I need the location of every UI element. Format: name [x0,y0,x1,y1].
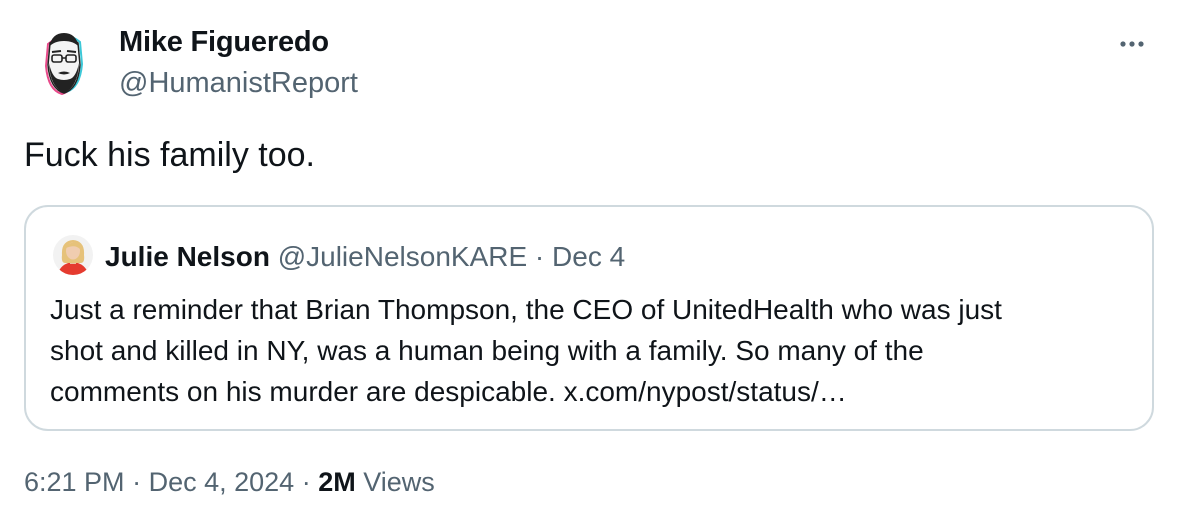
views-label: Views [363,467,435,497]
views-count: 2M [318,467,356,497]
quoted-text-line: Just a reminder that Brian Thompson, the… [50,294,1002,325]
quoted-author-avatar[interactable] [53,235,93,275]
quoted-text-line: shot and killed in NY, was a human being… [50,335,924,366]
tweet-text: Fuck his family too. [24,136,315,174]
more-horizontal-icon [1120,41,1144,47]
author-avatar[interactable] [24,21,104,101]
author-name[interactable]: Mike Figueredo [119,26,329,59]
quoted-tweet-header: Julie Nelson @JulieNelsonKARE · Dec 4 [105,241,625,273]
quoted-author-name[interactable]: Julie Nelson [105,241,270,272]
header-separator: · [534,241,545,272]
quoted-text-line: comments on his murder are despicable. x… [50,376,847,407]
bearded-man-illustration [24,21,104,101]
tweet-time[interactable]: 6:21 PM [24,467,125,497]
tweet-date[interactable]: Dec 4, 2024 [149,467,295,497]
quoted-tweet-date[interactable]: Dec 4 [552,241,625,272]
quoted-tweet-card[interactable]: Julie Nelson @JulieNelsonKARE · Dec 4 Ju… [24,205,1154,431]
meta-separator: · [301,467,311,497]
tweet: Mike Figueredo @HumanistReport Fuck his … [0,0,1182,530]
meta-separator: · [132,467,142,497]
tweet-meta: 6:21 PM · Dec 4, 2024 · 2M Views [24,467,435,498]
quoted-tweet-text: Just a reminder that Brian Thompson, the… [50,289,1130,412]
woman-portrait-image [53,235,93,275]
more-options-button[interactable] [1112,30,1152,60]
author-handle[interactable]: @HumanistReport [119,67,358,100]
quoted-author-handle[interactable]: @JulieNelsonKARE [278,241,527,272]
